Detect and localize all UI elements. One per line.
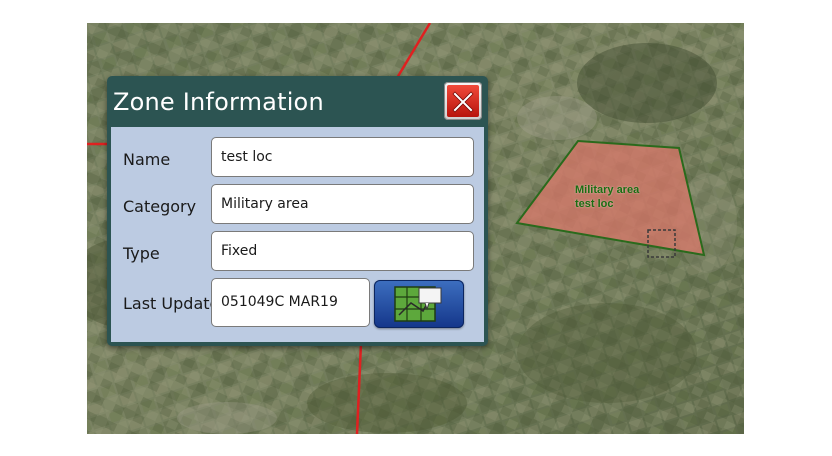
last-update-label: Last Update — [123, 294, 220, 313]
zone-category-label: Military area — [575, 184, 640, 196]
name-label: Name — [123, 150, 171, 169]
dialog-body: Name test loc Category Military area Typ… — [111, 127, 484, 342]
close-button[interactable] — [444, 82, 482, 120]
category-field[interactable]: Military area — [211, 184, 474, 224]
map-locate-button[interactable] — [374, 280, 464, 328]
zone-name-label: test loc — [575, 198, 614, 210]
type-field[interactable]: Fixed — [211, 231, 474, 271]
last-update-field[interactable]: 051049C MAR19 — [211, 278, 370, 327]
type-label: Type — [123, 244, 160, 263]
close-icon — [452, 91, 474, 113]
zone-information-dialog: Zone Information Name test loc Category … — [107, 76, 488, 346]
name-field[interactable]: test loc — [211, 137, 474, 177]
zone-label: Military area test loc — [575, 183, 639, 211]
dialog-title: Zone Information — [113, 88, 324, 116]
category-label: Category — [123, 197, 197, 216]
map-locate-icon — [394, 286, 442, 322]
